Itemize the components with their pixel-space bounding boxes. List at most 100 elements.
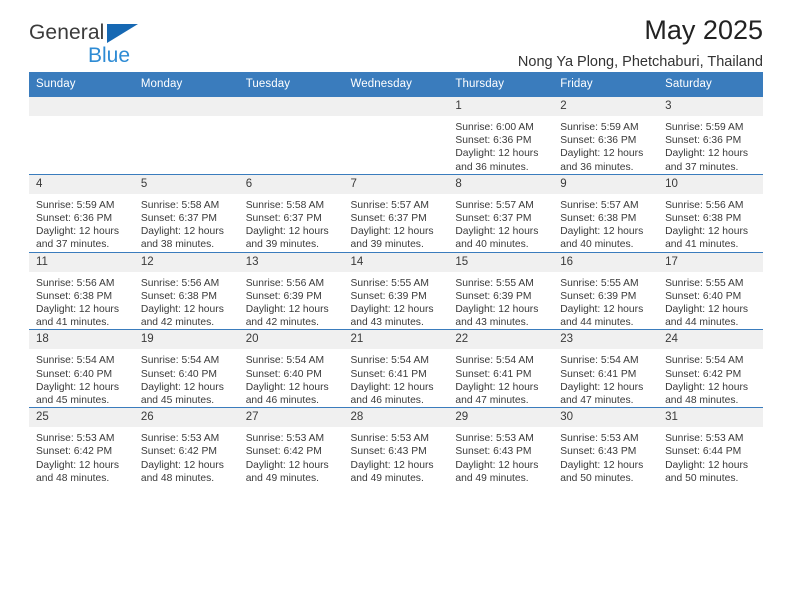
sunset-text: Sunset: 6:40 PM	[140, 368, 217, 380]
day-number: 28	[343, 408, 449, 428]
sunset-text: Sunset: 6:41 PM	[350, 368, 427, 380]
sunset-text: Sunset: 6:40 PM	[36, 368, 113, 380]
day-number: 7	[343, 174, 449, 194]
calendar-day-cell[interactable]: 2 Sunrise: 5:59 AM Sunset: 6:36 PM Daylight…	[553, 97, 659, 175]
sunrise-text: Sunrise: 5:59 AM	[560, 122, 639, 133]
calendar-header-row: Sunday Monday Tuesday Wednesday Thursday Frid…	[29, 72, 763, 97]
calendar-day-cell[interactable]: 19 Sunrise: 5:54 AM Sunset: 6:40 PM Dayligh…	[133, 329, 239, 408]
day-number: 25	[29, 408, 134, 428]
page-subtitle: Nong Ya Plong, Phetchaburi, Thailand	[517, 54, 763, 70]
calendar-week-row: 4 Sunrise: 5:59 AM Sunset: 6:36 PM Daylight…	[29, 173, 763, 253]
day-number: 22	[448, 330, 554, 350]
day-number: 8	[448, 174, 554, 194]
calendar-day-cell[interactable]: 8 Sunrise: 5:57 AM Sunset: 6:37 PM Daylight…	[448, 173, 554, 253]
page-title: May 2025	[644, 15, 763, 45]
day-number	[343, 97, 449, 116]
day-number: 30	[553, 408, 659, 428]
calendar-week-row: 11 Sunrise: 5:56 AM Sunset: 6:38 PM Dayligh…	[29, 251, 763, 330]
day-details: Sunrise: 5:57 AM Sunset: 6:37 PM Daylight:…	[448, 194, 553, 252]
calendar-day-cell[interactable]: 14 Sunrise: 5:55 AM Sunset: 6:39 PM Dayligh…	[343, 251, 449, 330]
sunset-text: Sunset: 6:36 PM	[36, 213, 113, 225]
calendar-day-cell[interactable]: 29 Sunrise: 5:53 AM Sunset: 6:43 PM Dayligh…	[448, 407, 554, 486]
sunrise-text: Sunrise: 5:56 AM	[36, 277, 115, 289]
calendar-day-cell[interactable]: 15 Sunrise: 5:55 AM Sunset: 6:39 PM Dayligh…	[448, 251, 554, 330]
day-number: 18	[29, 330, 134, 350]
sunset-text: Sunset: 6:42 PM	[140, 446, 217, 458]
sunset-text: Sunset: 6:42 PM	[245, 446, 322, 458]
day-details: Sunrise: 5:54 AM Sunset: 6:40 PM Daylight:…	[134, 349, 239, 407]
sunset-text: Sunset: 6:36 PM	[560, 135, 637, 147]
sunset-text: Sunset: 6:37 PM	[245, 213, 322, 225]
calendar-day-cell[interactable]: 20 Sunrise: 5:54 AM Sunset: 6:40 PM Dayligh…	[238, 329, 344, 408]
sunrise-text: Sunrise: 5:56 AM	[665, 199, 744, 211]
calendar-day-cell[interactable]: 3 Sunrise: 5:59 AM Sunset: 6:36 PM Daylight…	[658, 97, 763, 175]
daylight-text: Daylight: 12 hours and 43 minutes.	[350, 304, 434, 329]
day-details: Sunrise: 5:59 AM Sunset: 6:36 PM Daylight:…	[29, 194, 134, 252]
calendar-day-cell[interactable]: 9 Sunrise: 5:57 AM Sunset: 6:38 PM Daylight…	[553, 173, 659, 253]
daylight-text: Daylight: 12 hours and 48 minutes.	[140, 459, 224, 484]
calendar-day-cell[interactable]: 31 Sunrise: 5:53 AM Sunset: 6:44 PM Dayligh…	[658, 407, 763, 486]
calendar-day-cell[interactable]: 28 Sunrise: 5:53 AM Sunset: 6:43 PM Dayligh…	[343, 407, 449, 486]
calendar-day-cell[interactable]: 27 Sunrise: 5:53 AM Sunset: 6:42 PM Dayligh…	[238, 407, 344, 486]
daylight-text: Daylight: 12 hours and 46 minutes.	[245, 381, 329, 407]
sunset-text: Sunset: 6:43 PM	[350, 446, 427, 458]
day-number: 14	[343, 252, 449, 272]
calendar-day-cell[interactable]: 16 Sunrise: 5:55 AM Sunset: 6:39 PM Dayligh…	[553, 251, 659, 330]
day-details: Sunrise: 5:53 AM Sunset: 6:43 PM Daylight:…	[553, 427, 658, 485]
sunrise-text: Sunrise: 6:00 AM	[455, 122, 534, 133]
day-details: Sunrise: 5:53 AM Sunset: 6:42 PM Daylight:…	[239, 427, 344, 485]
day-number: 10	[658, 174, 763, 194]
calendar-page: General Blue May 2025 Nong Ya Plong, Phe…	[0, 0, 792, 612]
brand-logo[interactable]: General Blue	[29, 22, 259, 74]
calendar-day-cell[interactable]: 11 Sunrise: 5:56 AM Sunset: 6:38 PM Dayligh…	[29, 251, 134, 330]
day-details: Sunrise: 5:53 AM Sunset: 6:42 PM Daylight:…	[134, 427, 239, 485]
calendar-day-cell[interactable]: 10 Sunrise: 5:56 AM Sunset: 6:38 PM Dayligh…	[658, 173, 763, 253]
day-number: 24	[658, 330, 763, 350]
brand-name-top: General	[29, 21, 105, 44]
day-details: Sunrise: 5:54 AM Sunset: 6:41 PM Daylight:…	[553, 349, 658, 407]
daylight-text: Daylight: 12 hours and 48 minutes.	[665, 381, 749, 407]
weekday-header-thursday: Thursday	[448, 72, 554, 97]
calendar-day-cell[interactable]: 7 Sunrise: 5:57 AM Sunset: 6:37 PM Daylight…	[343, 173, 449, 253]
sunrise-text: Sunrise: 5:53 AM	[140, 433, 220, 445]
calendar-day-cell[interactable]: 13 Sunrise: 5:56 AM Sunset: 6:39 PM Dayligh…	[238, 251, 344, 330]
calendar-day-cell[interactable]: 5 Sunrise: 5:58 AM Sunset: 6:37 PM Daylight…	[133, 173, 239, 253]
daylight-text: Daylight: 12 hours and 49 minutes.	[245, 459, 329, 484]
calendar-day-cell[interactable]: 30 Sunrise: 5:53 AM Sunset: 6:43 PM Dayligh…	[553, 407, 659, 486]
calendar-day-cell[interactable]: 1 Sunrise: 6:00 AM Sunset: 6:36 PM Daylight…	[448, 97, 554, 175]
daylight-text: Daylight: 12 hours and 46 minutes.	[350, 381, 434, 407]
sunset-text: Sunset: 6:38 PM	[560, 213, 637, 225]
sunrise-text: Sunrise: 5:57 AM	[455, 199, 534, 211]
calendar-day-cell[interactable]: 12 Sunrise: 5:56 AM Sunset: 6:38 PM Dayligh…	[133, 251, 239, 330]
calendar-day-cell[interactable]: 21 Sunrise: 5:54 AM Sunset: 6:41 PM Dayligh…	[343, 329, 449, 408]
daylight-text: Daylight: 12 hours and 40 minutes.	[455, 226, 539, 251]
weekday-header-tuesday: Tuesday	[238, 72, 344, 97]
daylight-text: Daylight: 12 hours and 48 minutes.	[36, 459, 119, 484]
day-details: Sunrise: 5:53 AM Sunset: 6:44 PM Daylight:…	[658, 427, 763, 485]
calendar-day-cell[interactable]: 24 Sunrise: 5:54 AM Sunset: 6:42 PM Dayligh…	[658, 329, 763, 408]
day-number: 6	[238, 174, 344, 194]
day-details: Sunrise: 5:56 AM Sunset: 6:38 PM Daylight:…	[658, 194, 763, 252]
calendar-day-cell[interactable]: 26 Sunrise: 5:53 AM Sunset: 6:42 PM Dayligh…	[133, 407, 239, 486]
calendar-day-cell[interactable]: 6 Sunrise: 5:58 AM Sunset: 6:37 PM Daylight…	[238, 173, 344, 253]
day-number: 1	[448, 97, 554, 116]
sunrise-text: Sunrise: 5:59 AM	[665, 122, 744, 133]
calendar-day-cell[interactable]: 18 Sunrise: 5:54 AM Sunset: 6:40 PM Dayligh…	[29, 329, 134, 408]
day-number: 2	[553, 97, 659, 116]
daylight-text: Daylight: 12 hours and 41 minutes.	[36, 304, 119, 329]
sunrise-text: Sunrise: 5:55 AM	[560, 277, 639, 289]
calendar-day-cell[interactable]: 23 Sunrise: 5:54 AM Sunset: 6:41 PM Dayligh…	[553, 329, 659, 408]
calendar-day-cell[interactable]: 4 Sunrise: 5:59 AM Sunset: 6:36 PM Daylight…	[29, 173, 134, 253]
sunrise-text: Sunrise: 5:58 AM	[245, 199, 325, 211]
weekday-header-monday: Monday	[133, 72, 239, 97]
daylight-text: Daylight: 12 hours and 47 minutes.	[560, 381, 644, 407]
calendar-cell-empty	[343, 97, 449, 175]
calendar-day-cell[interactable]: 25 Sunrise: 5:53 AM Sunset: 6:42 PM Dayligh…	[29, 407, 134, 486]
daylight-text: Daylight: 12 hours and 47 minutes.	[455, 381, 539, 407]
calendar-day-cell[interactable]: 22 Sunrise: 5:54 AM Sunset: 6:41 PM Dayligh…	[448, 329, 554, 408]
calendar-day-cell[interactable]: 17 Sunrise: 5:55 AM Sunset: 6:40 PM Dayligh…	[658, 251, 763, 330]
day-details: Sunrise: 5:54 AM Sunset: 6:41 PM Daylight:…	[448, 349, 553, 407]
sunrise-text: Sunrise: 5:53 AM	[665, 433, 744, 445]
sunset-text: Sunset: 6:38 PM	[140, 290, 217, 302]
day-number: 13	[238, 252, 344, 272]
